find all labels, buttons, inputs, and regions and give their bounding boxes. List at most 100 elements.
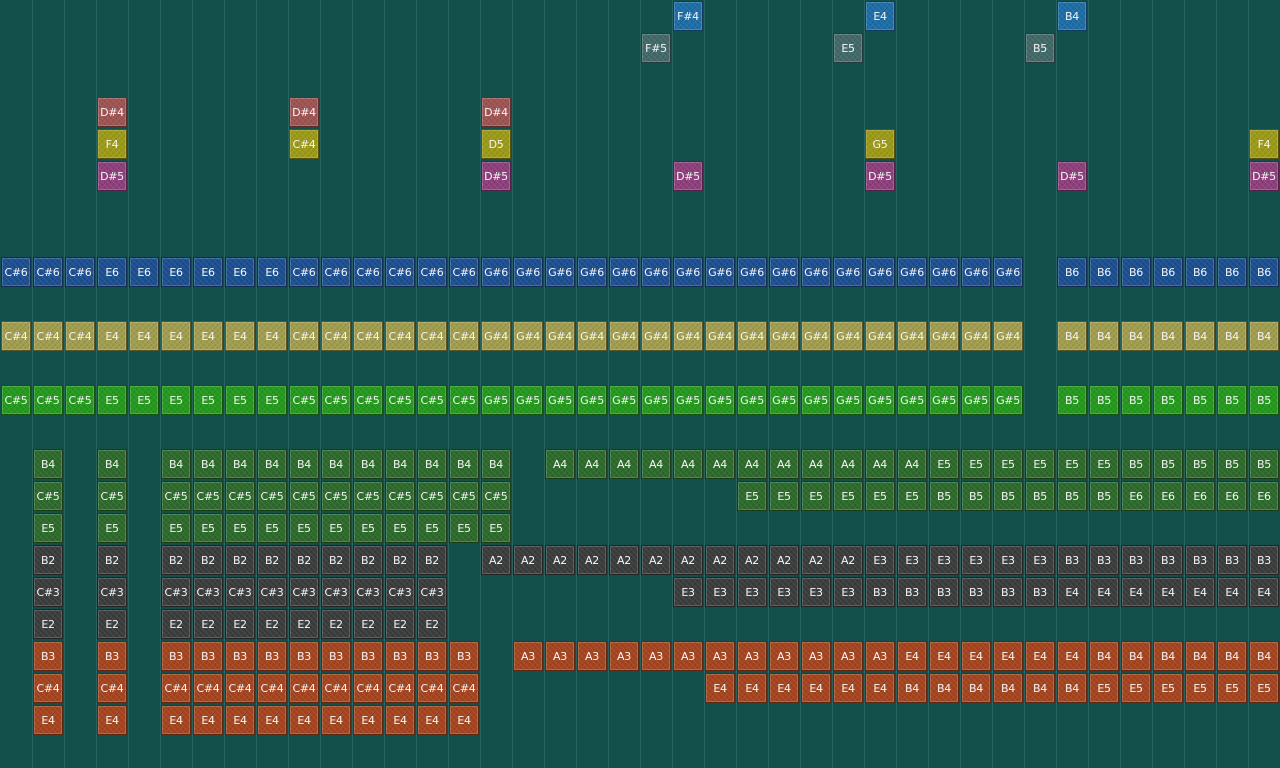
note-block[interactable]: E4: [1057, 641, 1087, 671]
note-block[interactable]: C#5: [385, 481, 415, 511]
note-block[interactable]: B3: [1153, 545, 1183, 575]
note-block[interactable]: B5: [1185, 385, 1215, 415]
note-block[interactable]: E3: [993, 545, 1023, 575]
note-block[interactable]: E4: [97, 321, 127, 351]
note-block[interactable]: E2: [193, 609, 223, 639]
note-block[interactable]: E6: [1217, 481, 1247, 511]
note-block[interactable]: B4: [417, 449, 447, 479]
note-block[interactable]: A3: [737, 641, 767, 671]
note-block[interactable]: B4: [1025, 673, 1055, 703]
note-block[interactable]: E3: [737, 577, 767, 607]
note-block[interactable]: G#6: [577, 257, 607, 287]
note-block[interactable]: G#5: [545, 385, 575, 415]
note-block[interactable]: F4: [1249, 129, 1279, 159]
note-block[interactable]: E4: [321, 705, 351, 735]
note-block[interactable]: E4: [1249, 577, 1279, 607]
note-block[interactable]: C#3: [161, 577, 191, 607]
note-block[interactable]: E5: [97, 385, 127, 415]
note-block[interactable]: C#6: [321, 257, 351, 287]
note-block[interactable]: E4: [865, 1, 895, 31]
note-block[interactable]: E4: [961, 641, 991, 671]
note-block[interactable]: B4: [1057, 673, 1087, 703]
note-block[interactable]: A2: [513, 545, 543, 575]
note-block[interactable]: C#5: [481, 481, 511, 511]
note-block[interactable]: C#5: [65, 385, 95, 415]
note-block[interactable]: C#5: [289, 385, 319, 415]
note-block[interactable]: B4: [1057, 1, 1087, 31]
note-block[interactable]: B5: [1121, 385, 1151, 415]
note-block[interactable]: D#4: [289, 97, 319, 127]
note-block[interactable]: B3: [1089, 545, 1119, 575]
note-block[interactable]: C#3: [353, 577, 383, 607]
note-block[interactable]: B4: [97, 449, 127, 479]
note-block[interactable]: C#6: [449, 257, 479, 287]
note-block[interactable]: C#4: [321, 673, 351, 703]
note-block[interactable]: E3: [1025, 545, 1055, 575]
note-block[interactable]: G#6: [993, 257, 1023, 287]
note-block[interactable]: B6: [1217, 257, 1247, 287]
note-block[interactable]: C#4: [225, 673, 255, 703]
note-block[interactable]: E4: [161, 705, 191, 735]
note-block[interactable]: E3: [801, 577, 831, 607]
note-block[interactable]: B6: [1153, 257, 1183, 287]
note-block[interactable]: E5: [193, 385, 223, 415]
note-block[interactable]: E3: [833, 577, 863, 607]
note-block[interactable]: C#5: [321, 481, 351, 511]
note-block[interactable]: C#4: [353, 321, 383, 351]
note-block[interactable]: C#3: [33, 577, 63, 607]
note-block[interactable]: B3: [33, 641, 63, 671]
note-block[interactable]: B3: [449, 641, 479, 671]
note-block[interactable]: A3: [769, 641, 799, 671]
note-block[interactable]: C#4: [33, 321, 63, 351]
note-block[interactable]: A2: [673, 545, 703, 575]
note-block[interactable]: G#4: [833, 321, 863, 351]
note-block[interactable]: B3: [1249, 545, 1279, 575]
note-block[interactable]: C#3: [385, 577, 415, 607]
note-block[interactable]: B4: [385, 449, 415, 479]
note-block[interactable]: E5: [737, 481, 767, 511]
note-block[interactable]: E4: [97, 705, 127, 735]
note-block[interactable]: E2: [161, 609, 191, 639]
note-block[interactable]: E3: [929, 545, 959, 575]
note-block[interactable]: E3: [865, 545, 895, 575]
note-block[interactable]: A2: [833, 545, 863, 575]
note-block[interactable]: C#3: [193, 577, 223, 607]
note-block[interactable]: B3: [321, 641, 351, 671]
note-block[interactable]: E5: [353, 513, 383, 543]
note-block[interactable]: E5: [1217, 673, 1247, 703]
note-block[interactable]: D#4: [97, 97, 127, 127]
note-block[interactable]: C#4: [417, 673, 447, 703]
note-block[interactable]: A4: [609, 449, 639, 479]
note-block[interactable]: B6: [1249, 257, 1279, 287]
note-block[interactable]: B3: [417, 641, 447, 671]
note-block[interactable]: B2: [353, 545, 383, 575]
note-block[interactable]: B4: [1153, 321, 1183, 351]
note-block[interactable]: E4: [417, 705, 447, 735]
note-block[interactable]: C#4: [65, 321, 95, 351]
note-block[interactable]: E5: [833, 481, 863, 511]
note-block[interactable]: B2: [97, 545, 127, 575]
note-block[interactable]: B5: [1025, 481, 1055, 511]
note-block[interactable]: E5: [257, 385, 287, 415]
note-block[interactable]: G#4: [929, 321, 959, 351]
note-block[interactable]: B4: [193, 449, 223, 479]
note-block[interactable]: E2: [33, 609, 63, 639]
note-block[interactable]: E4: [1025, 641, 1055, 671]
note-block[interactable]: G#5: [769, 385, 799, 415]
note-block[interactable]: E5: [961, 449, 991, 479]
note-block[interactable]: G#5: [801, 385, 831, 415]
note-block[interactable]: B5: [929, 481, 959, 511]
note-block[interactable]: D#5: [865, 161, 895, 191]
note-block[interactable]: E4: [257, 705, 287, 735]
note-block[interactable]: E5: [225, 385, 255, 415]
note-block[interactable]: C#3: [257, 577, 287, 607]
note-block[interactable]: E2: [257, 609, 287, 639]
note-block[interactable]: E4: [897, 641, 927, 671]
note-block[interactable]: E4: [1057, 577, 1087, 607]
note-block[interactable]: B4: [1249, 321, 1279, 351]
note-block[interactable]: B4: [481, 449, 511, 479]
note-block[interactable]: B2: [193, 545, 223, 575]
note-block[interactable]: A2: [481, 545, 511, 575]
note-block[interactable]: G#6: [897, 257, 927, 287]
note-block[interactable]: E5: [833, 33, 863, 63]
